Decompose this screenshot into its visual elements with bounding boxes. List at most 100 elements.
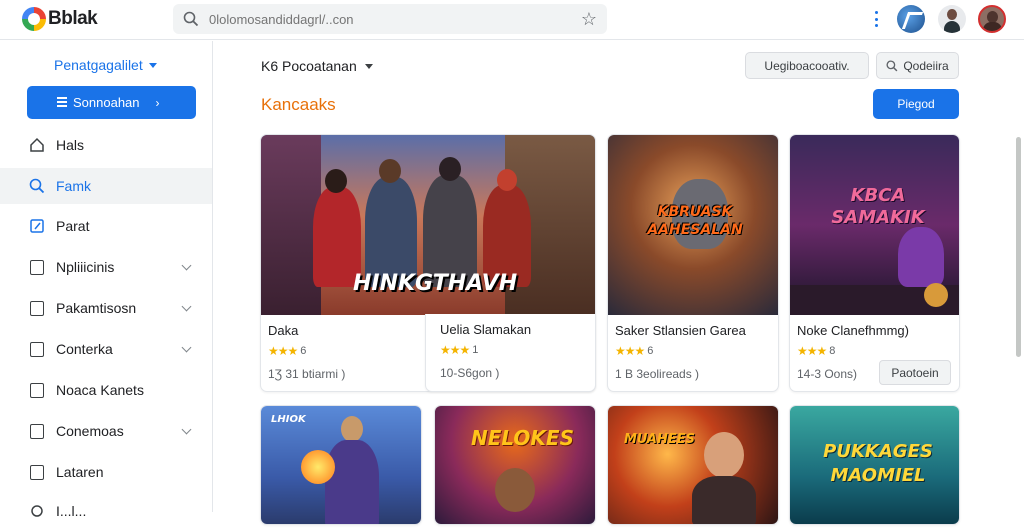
game-art-title: KBRUASK AAHESALAN [647,204,743,238]
filter-label: K6 Pocoatanan [261,58,357,74]
search-icon [886,59,898,71]
toolbar-search-label: Qodeiira [903,58,949,73]
star-rating-icon: ★★★ [440,343,470,357]
book-icon [28,258,46,276]
game-meta: 10-S6gon ) [440,366,500,380]
edit-icon [28,217,46,235]
game-card[interactable]: KBRUASK AAHESALAN Saker Stlansien Garea … [607,134,779,392]
game-card[interactable]: KBCA SAMAKIK Noke Clanefhmmg) ★★★ 8 14-3… [789,134,960,392]
game-rating: ★★★ 6 [268,344,306,358]
game-card[interactable]: Uelia Slamakan ★★★ 1 10-S6gon ) [425,314,596,392]
menu-icon [57,97,67,107]
game-art-title: LHIOK [271,414,306,425]
scrollbar[interactable] [1016,137,1021,357]
chevron-down-icon[interactable] [181,342,192,353]
game-thumbnail: LHIOK [261,406,421,524]
profile-avatar-2[interactable] [938,5,966,33]
rating-value: 1 [472,344,479,356]
star-rating-icon: ★★★ [268,344,298,358]
app-logo[interactable]: Bblak [22,7,98,31]
sidebar-item-npliiicinis[interactable]: Npliiicinis [0,249,212,285]
contacts-icon [28,340,46,358]
section-title: Kancaaks [261,95,336,114]
search-bar[interactable]: ☆ [173,4,607,34]
game-thumbnail: KBCA SAMAKIK [790,135,959,315]
sidebar-item-label: Pakamtisosn [56,300,137,316]
game-meta: 1 B 3eolireads ) [615,367,700,381]
chevron-down-icon[interactable] [181,424,192,435]
game-art-title: MUAHEES [624,432,695,447]
game-art-title: PUKKAGES MAOMIEL [823,441,933,486]
app-name: Bblak [48,8,98,29]
game-card[interactable]: NELOKES [434,405,596,525]
more-options-icon[interactable] [868,9,884,29]
game-title: Noke Clanefhmmg) [797,323,909,338]
document-icon [28,381,46,399]
search-icon [183,11,199,27]
sidebar-item-conemoas[interactable]: Conemoas [0,413,212,449]
chevron-down-icon [364,63,373,69]
sidebar-item-parat[interactable]: Parat [0,208,212,244]
home-icon [28,136,46,154]
game-meta: 14-3 Oons) [797,367,858,381]
sidebar-item-pakamtisosn[interactable]: Pakamtisosn [0,290,212,326]
game-art-title: KBCA SAMAKIK [831,185,925,228]
folder-icon [28,422,46,440]
logo-icon [22,7,46,31]
chevron-right-icon: › [155,95,160,110]
more-icon [28,502,46,520]
rating-value: 6 [300,345,307,357]
sidebar-item-label: Conterka [56,341,113,357]
rating-value: 6 [647,345,654,357]
game-card[interactable]: PUKKAGES MAOMIEL [789,405,960,525]
sidebar-item-label: Parat [56,218,90,234]
toolbar-button-a[interactable]: Uegiboacooativ. [745,52,869,79]
sidebar-primary-label: Sonnoahan [73,95,140,110]
sidebar-header-label: Penatgagalilet [54,57,143,73]
sidebar-item-hals[interactable]: Hals [0,127,212,163]
game-rating: ★★★ 8 [797,344,835,358]
sidebar-item-lataren[interactable]: Lataren [0,454,212,490]
sidebar-item-label: Hals [56,137,85,153]
game-art-title: NELOKES [471,426,574,450]
search-input[interactable] [209,11,581,27]
card-action-button[interactable]: Paotoein [879,360,951,385]
toolbar-search-button[interactable]: Qodeiira [876,52,959,79]
chart-icon [28,463,46,481]
sidebar-item-label: Conemoas [56,423,124,439]
game-title: Saker Stlansien Garea [615,323,746,338]
primary-action-button[interactable]: Piegod [873,89,959,119]
rating-value: 8 [829,345,836,357]
sidebar-item-label: Noaca Kanets [56,382,144,398]
game-card[interactable]: MUAHEES [607,405,779,525]
sidebar-item-label: I...l... [56,503,87,519]
filter-dropdown[interactable]: K6 Pocoatanan [261,58,373,74]
profile-avatar-1[interactable] [897,5,925,33]
profile-avatar-3[interactable] [978,5,1006,33]
game-thumbnail: PUKKAGES MAOMIEL [790,406,959,524]
game-thumbnail: NELOKES [435,406,595,524]
star-rating-icon: ★★★ [797,344,827,358]
chevron-down-icon[interactable] [181,301,192,312]
sidebar-item-noaca-kanets[interactable]: Noaca Kanets [0,372,212,408]
game-title: Daka [268,323,299,338]
game-card[interactable]: LHIOK [260,405,422,525]
sidebar-item-more[interactable]: I...l... [0,493,212,529]
search-icon [28,177,46,195]
sidebar-item-label: Lataren [56,464,104,480]
top-bar: Bblak ☆ [0,0,1024,40]
sidebar-header-dropdown[interactable]: Penatgagalilet [54,57,157,73]
sidebar-item-famk[interactable]: Famk [0,168,212,204]
star-rating-icon: ★★★ [615,344,645,358]
game-rating: ★★★ 6 [615,344,653,358]
chevron-down-icon[interactable] [181,260,192,271]
sidebar: Penatgagalilet Sonnoahan › Hals Famk Par… [0,41,213,519]
sidebar-primary-button[interactable]: Sonnoahan › [27,86,196,119]
game-title: Uelia Slamakan [440,322,532,337]
game-rating: ★★★ 1 [440,343,478,357]
chevron-down-icon [148,62,157,68]
sidebar-item-conterka[interactable]: Conterka [0,331,212,367]
sidebar-item-label: Npliiicinis [56,259,115,275]
bookmark-star-icon[interactable]: ☆ [581,10,597,28]
game-thumbnail: MUAHEES [608,406,778,524]
